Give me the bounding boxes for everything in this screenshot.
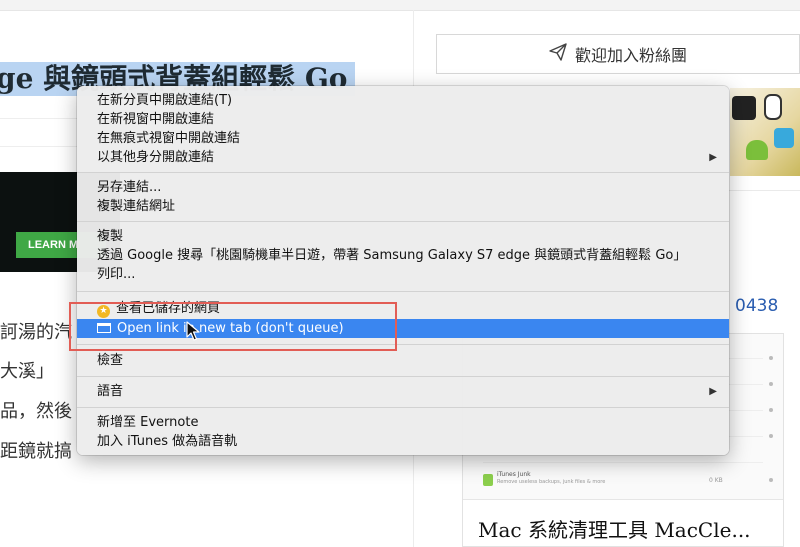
menu-item-google-search[interactable]: 透過 Google 搜尋「桃園騎機車半日遊，帶著 Samsung Galaxy … <box>77 246 729 265</box>
menu-label: 以其他身分開啟連結 <box>97 150 215 165</box>
character-icon <box>732 96 756 120</box>
count-link[interactable]: 0438 <box>735 296 778 316</box>
paper-plane-icon <box>549 43 567 65</box>
menu-item-open-new-window[interactable]: 在新視窗中開啟連結 <box>77 110 729 129</box>
menu-item-save-link[interactable]: 另存連結... <box>77 178 729 197</box>
menu-label: 另存連結... <box>97 180 162 195</box>
browser-top-strip <box>0 0 800 11</box>
menu-item-open-incognito[interactable]: 在無痕式視窗中開啟連結 <box>77 129 729 148</box>
junk-size: 0 KB <box>709 477 723 484</box>
menu-separator <box>77 172 729 173</box>
menu-label: 在無痕式視窗中開啟連結 <box>97 131 241 146</box>
menu-item-print[interactable]: 列印... <box>77 265 729 284</box>
menu-item-inspect[interactable]: 檢查 <box>77 351 729 370</box>
menu-item-copy[interactable]: 複製 <box>77 227 729 246</box>
junk-sub: Remove useless backups, junk files & mor… <box>497 479 606 485</box>
junk-label: iTunes Junk <box>497 471 531 478</box>
article-text-line: 距鏡就搞 <box>0 441 72 462</box>
menu-separator <box>77 407 729 408</box>
menu-separator <box>77 291 729 292</box>
trash-icon <box>483 474 493 486</box>
context-menu: 在新分頁中開啟連結(T) 在新視窗中開啟連結 在無痕式視窗中開啟連結 以其他身分… <box>77 86 729 455</box>
menu-item-speech[interactable]: 語音 ▶ <box>77 382 729 401</box>
mouse-cursor-icon <box>186 321 200 341</box>
menu-item-open-new-tab[interactable]: 在新分頁中開啟連結(T) <box>77 91 729 110</box>
annotation-highlight-box <box>69 302 397 351</box>
menu-separator <box>77 221 729 222</box>
menu-separator <box>77 376 729 377</box>
menu-label: 列印... <box>97 267 136 282</box>
menu-label: 透過 Google 搜尋「桃園騎機車半日遊，帶著 Samsung Galaxy … <box>97 248 687 263</box>
menu-item-add-itunes[interactable]: 加入 iTunes 做為語音軌 <box>77 432 729 451</box>
menu-label: 在新分頁中開啟連結(T) <box>97 93 233 108</box>
article-text-line: 大溪」 <box>0 361 54 382</box>
mouse-icon <box>764 94 782 120</box>
android-icon <box>746 140 768 160</box>
fan-button-label: 歡迎加入粉絲團 <box>574 46 687 65</box>
submenu-arrow-icon: ▶ <box>709 152 717 163</box>
article-text-line: 品，然後 <box>0 401 72 422</box>
menu-label: 複製 <box>97 229 124 244</box>
submenu-arrow-icon: ▶ <box>709 386 717 397</box>
sidebar-promo-image[interactable] <box>730 88 800 176</box>
menu-label: 新增至 Evernote <box>97 415 199 430</box>
menu-label: 在新視窗中開啟連結 <box>97 112 215 127</box>
menu-item-open-as-profile[interactable]: 以其他身分開啟連結 ▶ <box>77 148 729 167</box>
menu-label: 檢查 <box>97 353 124 368</box>
menu-label: 語音 <box>97 384 124 399</box>
menu-label: 複製連結網址 <box>97 199 176 214</box>
menu-item-add-evernote[interactable]: 新增至 Evernote <box>77 413 729 432</box>
menu-label: 加入 iTunes 做為語音軌 <box>97 434 238 449</box>
menu-item-copy-link[interactable]: 複製連結網址 <box>77 197 729 216</box>
article-text-line: 訶湯的汽 <box>0 322 72 343</box>
twitter-icon <box>774 128 794 148</box>
card-title[interactable]: Mac 系統清理工具 MacCle... <box>478 514 751 543</box>
join-fan-page-button[interactable]: 歡迎加入粉絲團 <box>436 34 800 74</box>
